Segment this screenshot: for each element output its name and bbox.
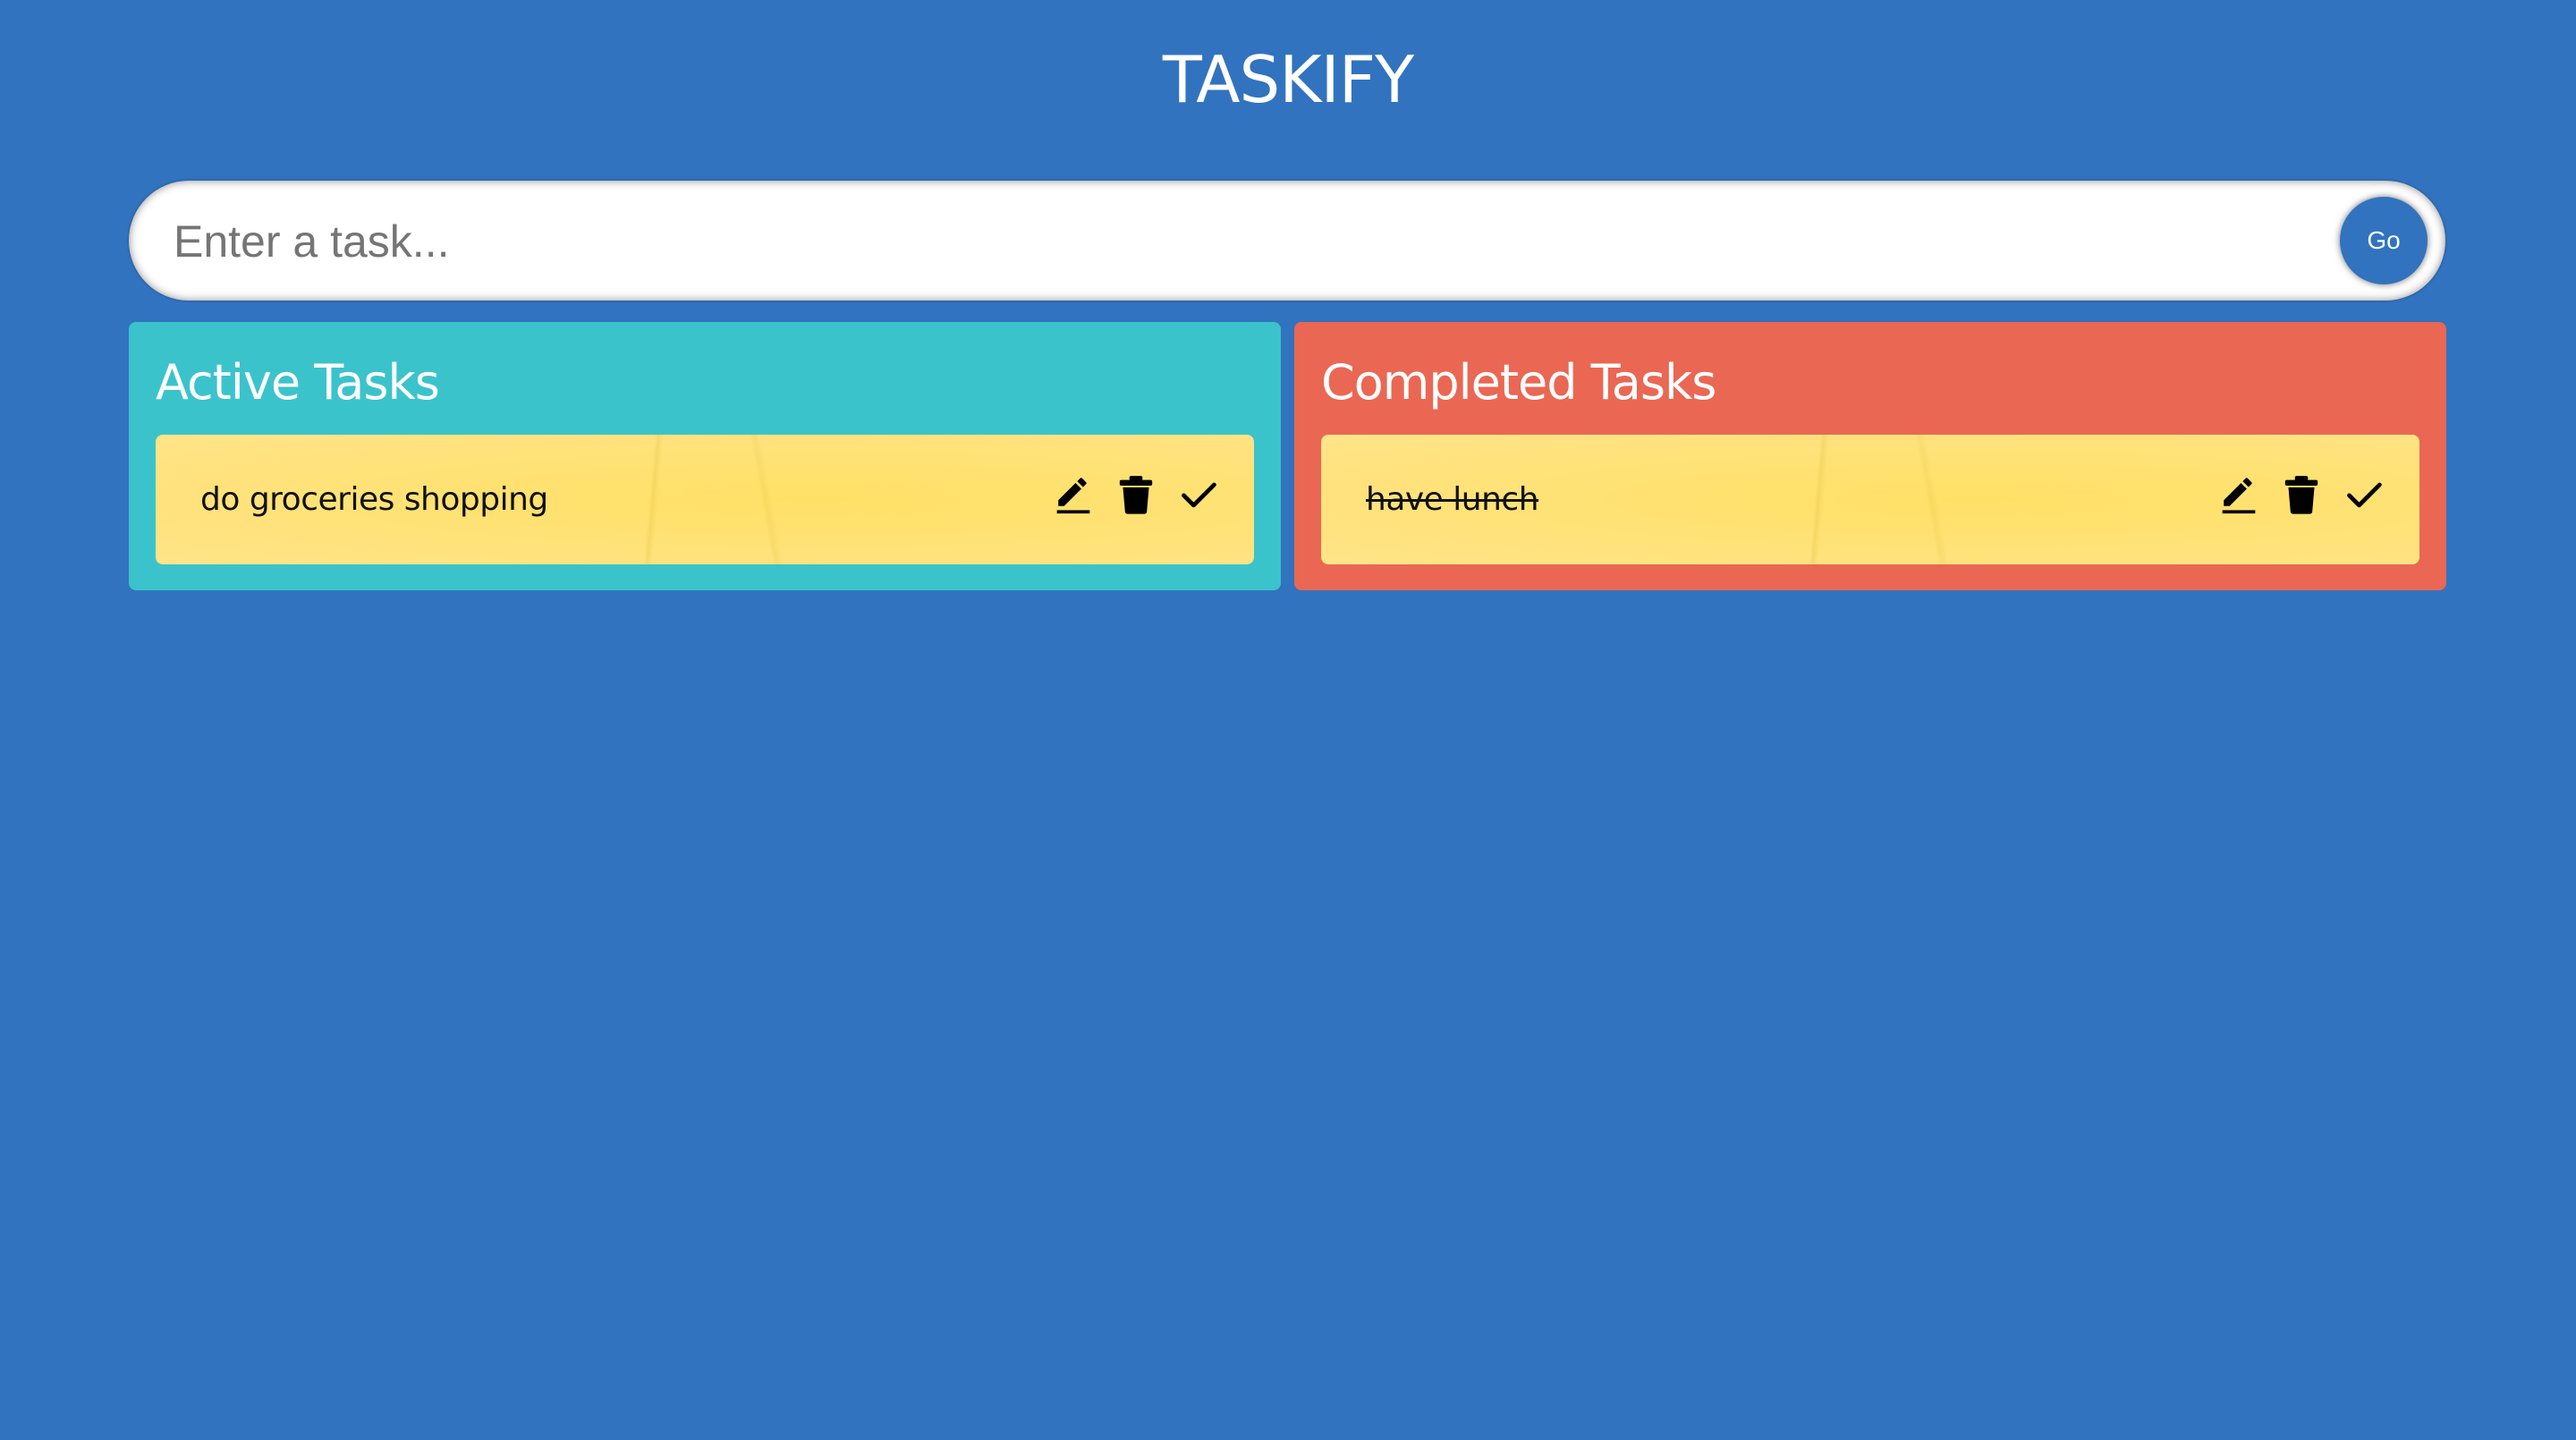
edit-icon[interactable] (2219, 472, 2258, 517)
completed-tasks-panel: Completed Tasks have lunch (1294, 322, 2446, 590)
edit-icon[interactable] (1054, 472, 1093, 517)
task-input[interactable] (172, 199, 2277, 284)
task-card: do groceries shopping (156, 435, 1254, 564)
task-form: Go (129, 181, 2445, 301)
task-text: do groceries shopping (200, 481, 548, 518)
completed-tasks-heading: Completed Tasks (1321, 354, 1716, 411)
task-actions (1054, 472, 1218, 517)
active-tasks-panel: Active Tasks do groceries shopping (129, 322, 1281, 590)
page-title: TASKIFY (1162, 42, 1414, 117)
active-tasks-heading: Active Tasks (156, 354, 440, 411)
task-card: have lunch (1321, 435, 2419, 564)
check-icon[interactable] (2344, 472, 2384, 517)
task-actions (2219, 472, 2384, 517)
trash-icon[interactable] (2282, 472, 2321, 517)
trash-icon[interactable] (1116, 472, 1156, 517)
check-icon[interactable] (1179, 472, 1218, 517)
task-text: have lunch (1366, 481, 1539, 518)
go-button[interactable]: Go (2340, 197, 2428, 284)
